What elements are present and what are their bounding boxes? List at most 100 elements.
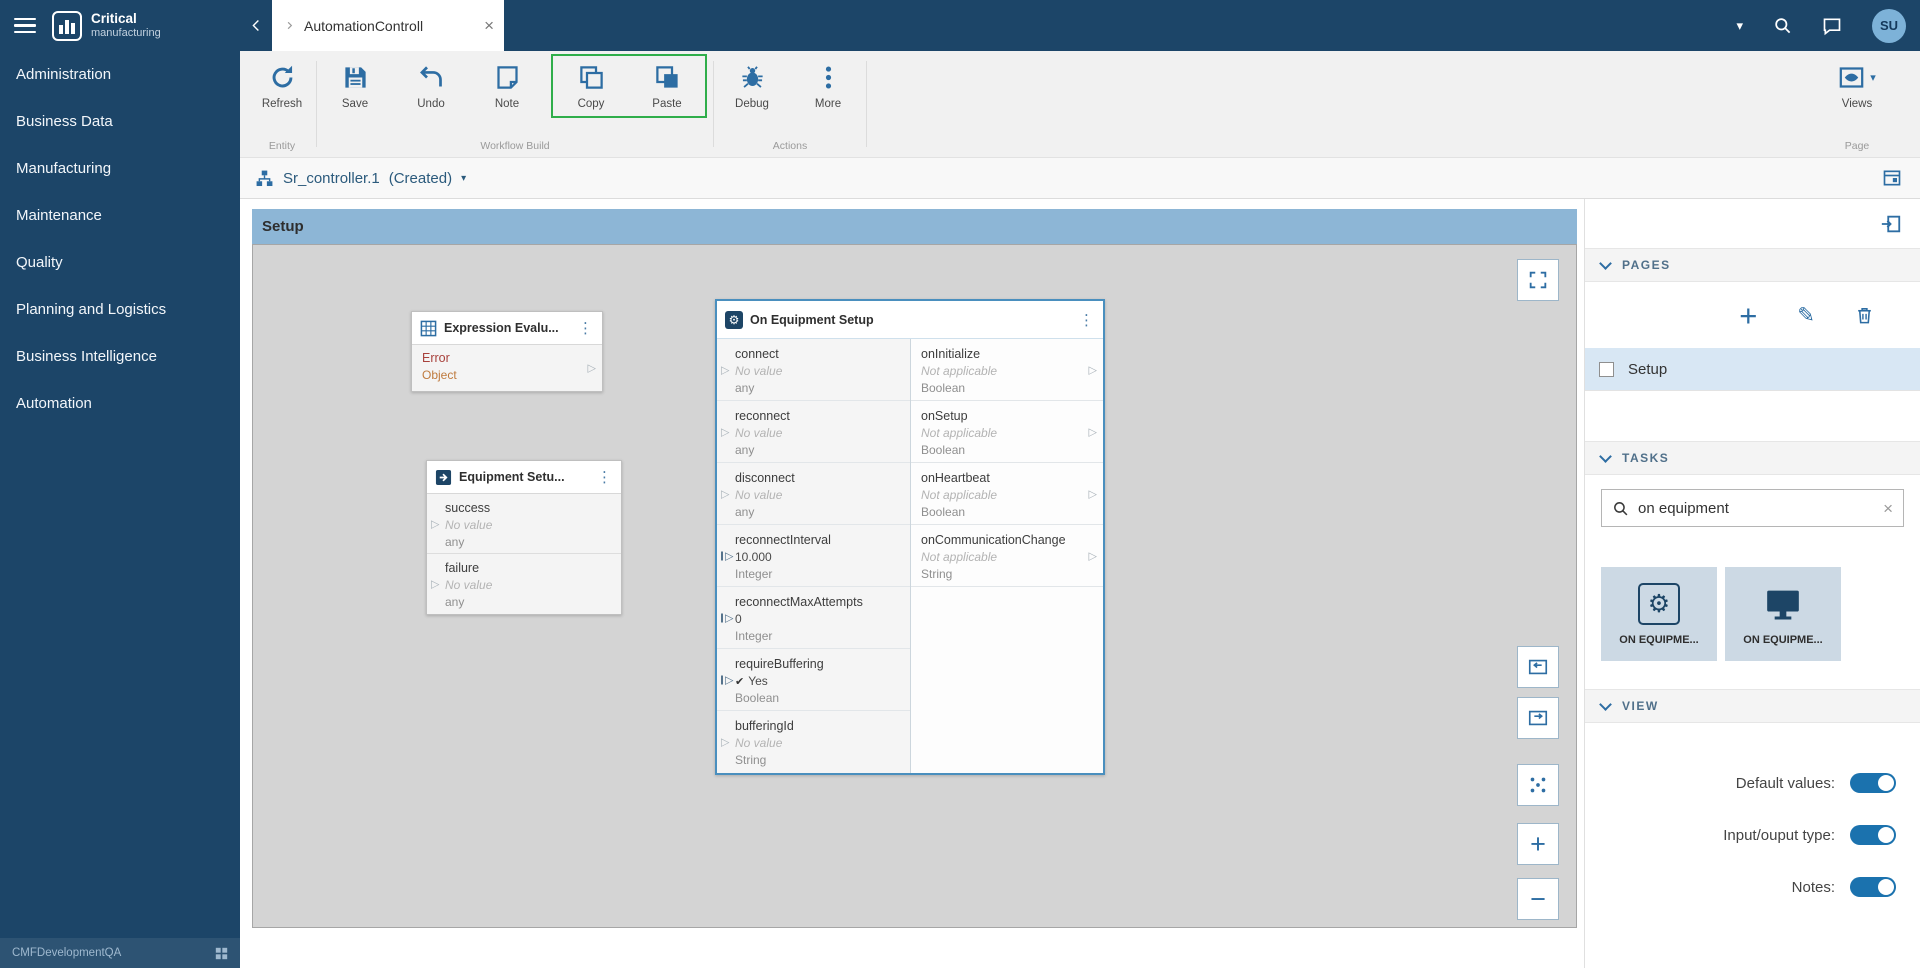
undo-icon xyxy=(418,64,445,91)
messages-icon[interactable] xyxy=(1822,16,1842,36)
chevron-down-icon: ▾ xyxy=(1870,71,1876,84)
sidebar-item-administration[interactable]: Administration xyxy=(0,51,240,98)
table-view-button[interactable] xyxy=(1882,168,1902,188)
input-row-connect[interactable]: ▷ connect No value any xyxy=(717,339,910,401)
save-icon xyxy=(342,64,369,91)
copy-button[interactable]: Copy xyxy=(553,56,629,116)
default-values-toggle[interactable] xyxy=(1850,773,1896,793)
sidebar-item-business-data[interactable]: Business Data xyxy=(0,98,240,145)
entity-name[interactable]: Sr_controller.1 xyxy=(283,170,380,187)
zoom-out-button[interactable]: − xyxy=(1517,878,1559,920)
node-expression-evaluator[interactable]: Expression Evalu... ⋮ Error Object ▷ xyxy=(411,311,603,392)
input-row-reconnectinterval[interactable]: ▷ reconnectInterval 10.000 Integer xyxy=(717,525,910,587)
environment-name: CMFDevelopmentQA xyxy=(12,947,121,959)
save-button[interactable]: Save xyxy=(317,51,393,110)
edit-page-button[interactable]: ✎ xyxy=(1797,303,1815,328)
collapse-all-button[interactable] xyxy=(1517,646,1559,688)
input-port-set-icon: ▷ xyxy=(721,611,733,624)
workflow-canvas[interactable]: Expression Evalu... ⋮ Error Object ▷ xyxy=(252,244,1577,928)
task-tile-on-equipment-monitor[interactable]: ON EQUIPME... xyxy=(1725,567,1841,661)
node-header[interactable]: Equipment Setu... ⋮ xyxy=(427,461,621,494)
output-port-icon: ▷ xyxy=(1089,487,1097,500)
output-row-oncommunicationchange[interactable]: onCommunicationChange Not applicable Str… xyxy=(911,525,1103,587)
undo-button[interactable]: Undo xyxy=(393,51,469,110)
history-back-button[interactable] xyxy=(240,0,272,51)
notes-toggle[interactable] xyxy=(1850,877,1896,897)
fullscreen-button[interactable] xyxy=(1517,259,1559,301)
expand-all-icon xyxy=(1527,707,1549,729)
user-avatar[interactable]: SU xyxy=(1872,9,1906,43)
tabs-dropdown-icon[interactable]: ▾ xyxy=(1736,18,1743,34)
note-button[interactable]: Note xyxy=(469,51,545,110)
refresh-icon xyxy=(269,64,296,91)
toggle-label-io-type: Input/ouput type: xyxy=(1723,827,1835,844)
node-header[interactable]: Expression Evalu... ⋮ xyxy=(412,312,602,345)
sitemap-icon xyxy=(255,169,274,188)
sidebar-item-quality[interactable]: Quality xyxy=(0,239,240,286)
tab-automationcontroll[interactable]: AutomationControll × xyxy=(272,0,504,51)
views-button[interactable]: ▾ Views xyxy=(1820,51,1894,110)
sidebar-item-planning-logistics[interactable]: Planning and Logistics xyxy=(0,286,240,333)
refresh-button[interactable]: Refresh xyxy=(248,51,316,110)
node-menu-icon[interactable]: ⋮ xyxy=(574,319,597,337)
check-icon: ✔ xyxy=(735,675,744,688)
page-checkbox[interactable] xyxy=(1599,362,1614,377)
node-menu-icon[interactable]: ⋮ xyxy=(593,468,616,486)
node-equipment-setup[interactable]: Equipment Setu... ⋮ ▷ success No value a… xyxy=(426,460,622,615)
port-row-error[interactable]: Error Object ▷ xyxy=(412,345,602,391)
output-row-onsetup[interactable]: onSetup Not applicable Boolean ▷ xyxy=(911,401,1103,463)
expand-all-button[interactable] xyxy=(1517,697,1559,739)
debug-button[interactable]: Debug xyxy=(714,51,790,110)
input-row-requirebuffering[interactable]: ▷ requireBuffering ✔ Yes Boolean xyxy=(717,649,910,711)
entity-dropdown-icon[interactable]: ▾ xyxy=(461,173,466,184)
delete-page-button[interactable] xyxy=(1855,306,1874,325)
section-pages[interactable]: PAGES xyxy=(1585,248,1920,282)
debug-bug-icon xyxy=(739,64,766,91)
collapse-panel-button[interactable] xyxy=(1880,213,1902,235)
search-icon[interactable] xyxy=(1773,16,1792,35)
port-row-failure[interactable]: ▷ failure No value any xyxy=(427,554,621,614)
page-list-item-setup[interactable]: Setup xyxy=(1585,348,1920,391)
zoom-in-button[interactable]: + xyxy=(1517,823,1559,865)
node-menu-icon[interactable]: ⋮ xyxy=(1075,311,1098,329)
workflow-editor: Setup Expression Evalu... ⋮ Err xyxy=(240,199,1584,968)
section-tasks[interactable]: TASKS xyxy=(1585,441,1920,475)
sidebar-item-manufacturing[interactable]: Manufacturing xyxy=(0,145,240,192)
sidebar-item-automation[interactable]: Automation xyxy=(0,380,240,427)
input-row-disconnect[interactable]: ▷ disconnect No value any xyxy=(717,463,910,525)
add-page-button[interactable]: + xyxy=(1739,300,1757,331)
task-search-value: on equipment xyxy=(1638,500,1874,517)
node-on-equipment-setup[interactable]: ⚙ On Equipment Setup ⋮ ▷ connect No valu… xyxy=(715,299,1105,775)
clear-search-icon[interactable]: × xyxy=(1883,500,1893,517)
monitor-icon xyxy=(1763,583,1803,625)
section-view[interactable]: VIEW xyxy=(1585,689,1920,723)
input-port-icon: ▷ xyxy=(721,425,729,438)
environment-icon xyxy=(215,947,228,960)
task-search-input[interactable]: on equipment × xyxy=(1601,489,1904,527)
note-icon xyxy=(494,64,521,91)
input-row-reconnectmaxattempts[interactable]: ▷ reconnectMaxAttempts 0 Integer xyxy=(717,587,910,649)
sidebar-nav: Administration Business Data Manufacturi… xyxy=(0,51,240,427)
brand-line2: manufacturing xyxy=(91,27,161,39)
sidebar-item-business-intelligence[interactable]: Business Intelligence xyxy=(0,333,240,380)
output-port-icon: ▷ xyxy=(431,517,439,530)
input-row-bufferingid[interactable]: ▷ bufferingId No value String xyxy=(717,711,910,773)
node-header[interactable]: ⚙ On Equipment Setup ⋮ xyxy=(717,301,1103,339)
io-type-toggle[interactable] xyxy=(1850,825,1896,845)
sidebar-item-maintenance[interactable]: Maintenance xyxy=(0,192,240,239)
hamburger-menu-icon[interactable] xyxy=(14,18,36,34)
port-row-success[interactable]: ▷ success No value any xyxy=(427,494,621,554)
paste-button[interactable]: Paste xyxy=(629,56,705,116)
overview-button[interactable] xyxy=(1517,764,1559,806)
task-tile-on-equipment-setup[interactable]: ⚙ ON EQUIPME... xyxy=(1601,567,1717,661)
brand-line1: Critical xyxy=(91,12,161,27)
output-row-oninitialize[interactable]: onInitialize Not applicable Boolean ▷ xyxy=(911,339,1103,401)
tab-close-icon[interactable]: × xyxy=(484,17,494,34)
input-row-reconnect[interactable]: ▷ reconnect No value any xyxy=(717,401,910,463)
output-row-onheartbeat[interactable]: onHeartbeat Not applicable Boolean ▷ xyxy=(911,463,1103,525)
gear-icon: ⚙ xyxy=(725,311,743,329)
more-button[interactable]: More xyxy=(790,51,866,110)
toggle-label-default-values: Default values: xyxy=(1736,775,1835,792)
group-label-entity: Entity xyxy=(248,140,316,157)
paste-icon xyxy=(654,64,681,91)
